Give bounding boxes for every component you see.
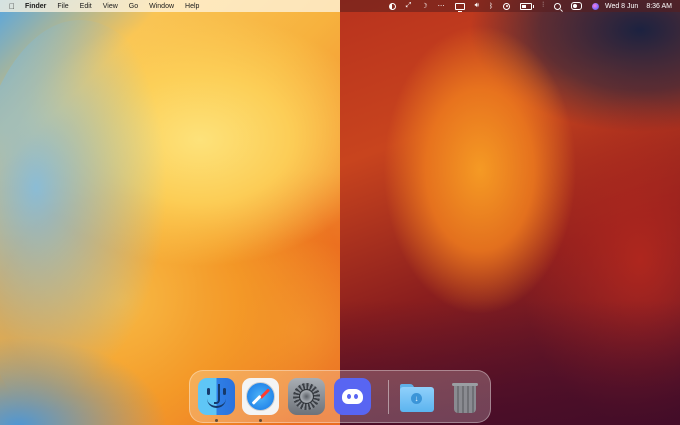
search-icon[interactable] (553, 0, 561, 12)
safari-running-indicator (259, 419, 262, 422)
bluetooth-icon[interactable]: ᛒ (489, 0, 493, 12)
menu-window[interactable]: Window (149, 3, 174, 10)
menu-bar-status: ⤢ ☽ ⋯ 🔊︎ ᛒ ⫶ Wed 8 Jun 8:36 AM (379, 0, 680, 12)
screen-mirroring-icon[interactable]: ⤢ (406, 0, 412, 12)
dark-mode-icon[interactable] (388, 0, 396, 12)
downloads-folder-icon[interactable]: ↓ (398, 378, 435, 415)
app-menu-finder[interactable]: Finder (25, 3, 46, 10)
trash-icon[interactable] (446, 378, 483, 415)
control-center-icon[interactable] (570, 0, 582, 12)
stage-manager-icon[interactable]: ⋯ (438, 0, 445, 12)
focus-icon[interactable] (503, 0, 511, 12)
wallpaper-dark-half (340, 0, 680, 425)
wallpaper-light-half (0, 0, 340, 425)
display-icon[interactable] (454, 0, 465, 12)
wifi-icon[interactable]: ⫶ (542, 0, 544, 12)
moon-icon[interactable]: ☽ (421, 0, 427, 12)
menu-bar-left:  Finder File Edit View Go Window Help (0, 0, 210, 12)
battery-icon[interactable] (520, 0, 535, 12)
menu-bar-time[interactable]: 8:36 AM (646, 3, 672, 10)
menu-edit[interactable]: Edit (80, 3, 92, 10)
apple-menu-icon[interactable]:  (9, 2, 15, 11)
menu-file[interactable]: File (57, 3, 68, 10)
dock: ↓ (189, 370, 491, 423)
settings-icon[interactable] (288, 378, 325, 415)
menu-bar:  Finder File Edit View Go Window Help ⤢… (0, 0, 680, 12)
siri-icon[interactable] (591, 0, 599, 12)
discord-icon[interactable] (334, 378, 371, 415)
finder-running-indicator (215, 419, 218, 422)
safari-icon[interactable] (242, 378, 279, 415)
menu-bar-date[interactable]: Wed 8 Jun (605, 3, 638, 10)
volume-icon[interactable]: 🔊︎ (475, 0, 479, 12)
finder-icon[interactable] (198, 378, 235, 415)
desktop[interactable]:  Finder File Edit View Go Window Help ⤢… (0, 0, 680, 425)
menu-view[interactable]: View (103, 3, 118, 10)
menu-help[interactable]: Help (185, 3, 199, 10)
menu-go[interactable]: Go (129, 3, 138, 10)
dock-separator (388, 380, 389, 414)
